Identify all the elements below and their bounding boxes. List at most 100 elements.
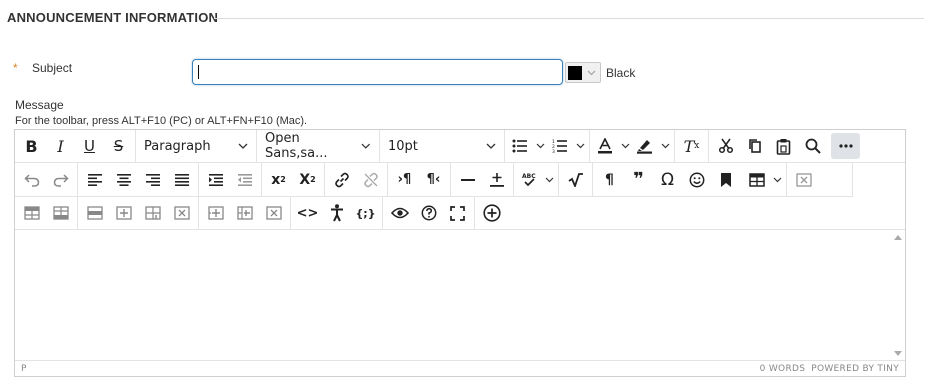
spellcheck-icon: ABC xyxy=(516,167,542,193)
col-after-icon[interactable] xyxy=(138,200,167,226)
chevron-down-icon xyxy=(770,167,784,193)
col-before-icon[interactable] xyxy=(109,200,138,226)
block-format-value: Paragraph xyxy=(144,138,211,154)
font-size-value: 10pt xyxy=(388,138,418,154)
highlight-button[interactable] xyxy=(632,133,672,159)
svg-text:ABC: ABC xyxy=(522,173,536,180)
more-icon[interactable] xyxy=(831,133,860,159)
chevron-down-icon xyxy=(486,143,496,149)
emoji-icon[interactable] xyxy=(682,167,711,193)
quote-icon[interactable]: ❞ xyxy=(624,167,653,193)
align-center-icon[interactable] xyxy=(109,167,138,193)
italic-icon[interactable]: I xyxy=(46,133,75,159)
toolbar-hint: For the toolbar, press ALT+F10 (PC) or A… xyxy=(15,115,308,127)
scroll-up-icon[interactable] xyxy=(894,235,902,240)
align-left-icon[interactable] xyxy=(80,167,109,193)
chevron-down-icon xyxy=(533,133,547,159)
text-caret xyxy=(198,65,199,79)
paragraph-mark-icon[interactable]: ¶ xyxy=(595,167,624,193)
element-path[interactable]: P xyxy=(21,364,26,374)
font-size-dropdown[interactable]: 10pt xyxy=(382,133,502,159)
paste-icon[interactable] xyxy=(769,133,798,159)
row-before-icon[interactable] xyxy=(17,200,46,226)
bullet-list-icon xyxy=(507,133,533,159)
bullet-list-button[interactable] xyxy=(507,133,547,159)
redo-icon[interactable] xyxy=(46,167,75,193)
toolbar-row-2: x2 X2 ›¶ ¶‹ ABC ¶ ❞ Ω xyxy=(15,163,853,197)
row-after-icon[interactable] xyxy=(46,200,75,226)
rich-text-editor: B I U S Paragraph Open Sans,sa... 10pt 1… xyxy=(14,129,906,377)
delete-table-icon[interactable] xyxy=(789,167,818,193)
word-count[interactable]: 0 WORDS xyxy=(760,364,806,374)
table-icon xyxy=(744,167,770,193)
required-indicator: * xyxy=(13,61,18,75)
color-swatch xyxy=(568,65,582,80)
numbered-list-icon: 123 xyxy=(547,133,573,159)
section-divider xyxy=(214,18,924,19)
cut-icon[interactable] xyxy=(711,133,740,159)
superscript-icon[interactable]: x2 xyxy=(264,167,293,193)
rtl-icon[interactable]: ¶‹ xyxy=(419,167,448,193)
source-code-icon[interactable]: {;} xyxy=(351,200,380,226)
subscript-icon[interactable]: X2 xyxy=(293,167,322,193)
color-label: Black xyxy=(606,66,636,80)
clear-format-icon[interactable]: Tx xyxy=(677,133,706,159)
undo-icon[interactable] xyxy=(17,167,46,193)
bookmark-icon[interactable] xyxy=(711,167,740,193)
help-icon[interactable] xyxy=(414,200,443,226)
split-cells-icon[interactable] xyxy=(259,200,288,226)
delete-row-icon[interactable] xyxy=(80,200,109,226)
block-format-dropdown[interactable]: Paragraph xyxy=(138,133,254,159)
message-label: Message xyxy=(15,98,64,112)
add-content-icon[interactable] xyxy=(477,200,506,226)
subject-color-picker[interactable] xyxy=(565,62,601,83)
merge-cells-icon[interactable] xyxy=(230,200,259,226)
code-icon[interactable]: <> xyxy=(293,200,322,226)
scroll-down-icon[interactable] xyxy=(894,351,902,356)
font-family-dropdown[interactable]: Open Sans,sa... xyxy=(259,131,377,161)
toolbar-row-1: B I U S Paragraph Open Sans,sa... 10pt 1… xyxy=(15,130,905,163)
font-family-value: Open Sans,sa... xyxy=(265,131,328,161)
math-icon[interactable] xyxy=(561,167,590,193)
powered-by-link[interactable]: POWERED BY TINY xyxy=(811,364,899,374)
fullscreen-icon[interactable] xyxy=(443,200,472,226)
editor-content-area[interactable] xyxy=(15,230,891,361)
text-color-button[interactable] xyxy=(592,133,632,159)
copy-icon[interactable] xyxy=(740,133,769,159)
preview-icon[interactable] xyxy=(385,200,414,226)
insert-col-icon[interactable] xyxy=(201,200,230,226)
plus-minus-icon[interactable] xyxy=(482,167,511,193)
text-color-icon xyxy=(592,133,618,159)
align-justify-icon[interactable] xyxy=(167,167,196,193)
chevron-down-icon xyxy=(573,133,587,159)
accessibility-icon[interactable] xyxy=(322,200,351,226)
editor-statusbar: P 0 WORDS POWERED BY TINY xyxy=(15,360,905,376)
subject-input[interactable] xyxy=(192,59,563,85)
underline-icon[interactable]: U xyxy=(75,133,104,159)
svg-text:3: 3 xyxy=(552,149,555,153)
horizontal-rule-icon[interactable] xyxy=(453,167,482,193)
search-icon[interactable] xyxy=(798,133,827,159)
unlink-icon[interactable] xyxy=(356,167,385,193)
align-right-icon[interactable] xyxy=(138,167,167,193)
editor-scrollbar[interactable] xyxy=(891,230,905,361)
link-icon[interactable] xyxy=(327,167,356,193)
chevron-down-icon xyxy=(582,63,600,82)
toolbar-row-3: <> {;} xyxy=(15,197,905,230)
bold-icon[interactable]: B xyxy=(17,133,46,159)
delete-col-icon[interactable] xyxy=(167,200,196,226)
chevron-down-icon xyxy=(542,167,556,193)
numbered-list-button[interactable]: 123 xyxy=(547,133,587,159)
outdent-icon[interactable] xyxy=(230,167,259,193)
ltr-icon[interactable]: ›¶ xyxy=(390,167,419,193)
table-button[interactable] xyxy=(744,167,784,193)
chevron-down-icon xyxy=(361,143,371,149)
strikethrough-icon[interactable]: S xyxy=(104,133,133,159)
highlight-icon xyxy=(632,133,658,159)
spellcheck-button[interactable]: ABC xyxy=(516,167,556,193)
chevron-down-icon xyxy=(658,133,672,159)
omega-icon[interactable]: Ω xyxy=(653,167,682,193)
subject-label: Subject xyxy=(32,61,73,75)
chevron-down-icon xyxy=(238,143,248,149)
indent-icon[interactable] xyxy=(201,167,230,193)
